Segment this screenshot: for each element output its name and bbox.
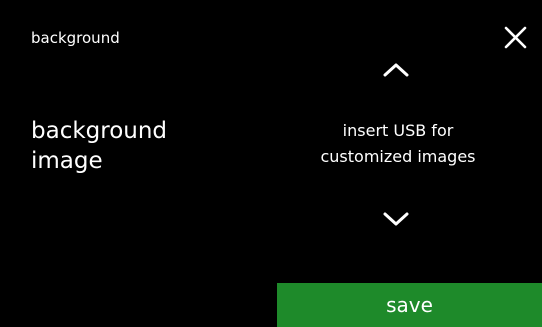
page-title: background	[31, 29, 120, 47]
close-icon	[504, 26, 527, 49]
settings-screen: background background image insert USB f…	[0, 0, 542, 327]
scroll-down-button[interactable]	[378, 206, 414, 232]
close-button[interactable]	[498, 22, 532, 56]
option-value-line-2: customized images	[320, 147, 476, 166]
option-value: insert USB for customized images	[290, 118, 506, 170]
scroll-up-button[interactable]	[378, 57, 414, 83]
chevron-down-icon	[383, 212, 409, 226]
setting-label-line-1: background	[31, 118, 168, 144]
setting-label: background image	[31, 116, 261, 176]
chevron-up-icon	[383, 63, 409, 77]
setting-label-line-2: image	[31, 148, 103, 174]
option-value-line-1: insert USB for	[342, 121, 454, 140]
save-button[interactable]: save	[277, 283, 542, 327]
